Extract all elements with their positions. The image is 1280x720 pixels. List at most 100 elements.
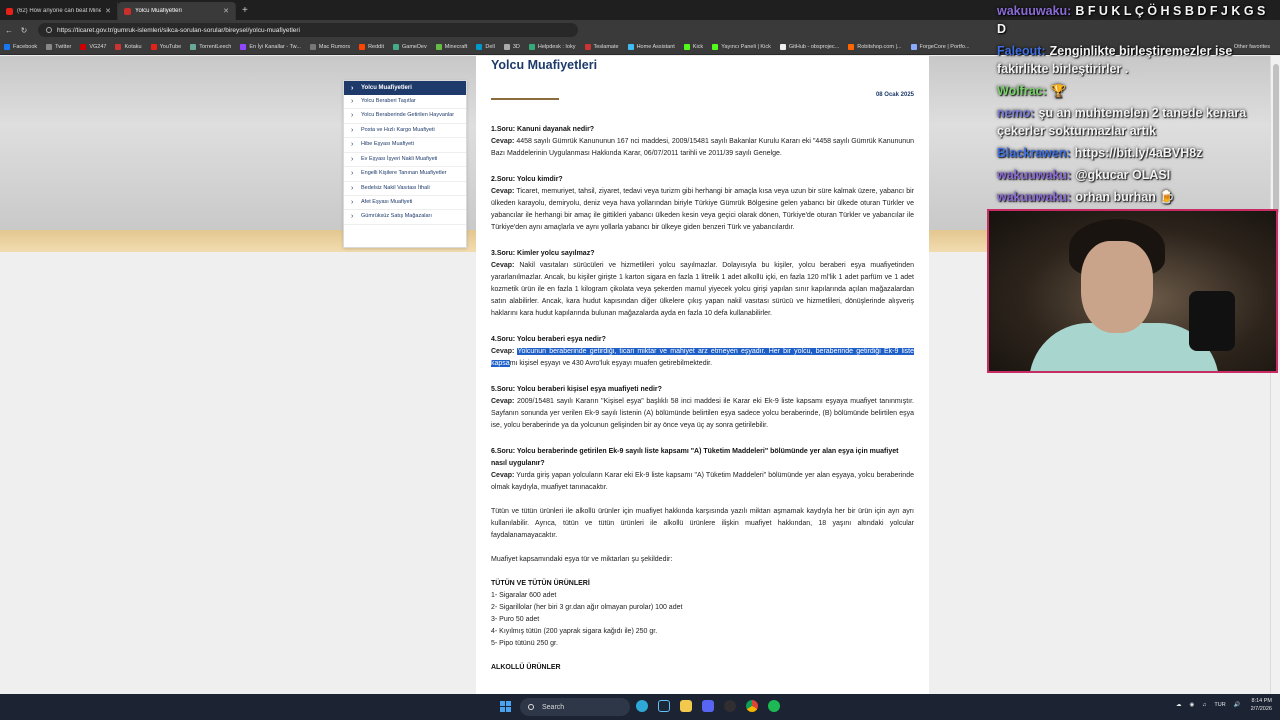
site-info-icon[interactable] (46, 27, 52, 33)
bookmark-item[interactable]: Helpdesk : Ioky (528, 44, 576, 50)
bookmark-favicon-icon (115, 44, 122, 50)
side-menu-active-item[interactable]: Yolcu Muafiyetleri (344, 81, 466, 95)
reload-icon[interactable]: ↻ (18, 26, 30, 35)
new-tab-icon[interactable]: + (242, 5, 248, 16)
bookmark-favicon-icon (359, 44, 366, 50)
bookmark-item[interactable]: En İyi Kanallar - Tw... (240, 44, 301, 50)
side-menu-item[interactable]: Hibe Eşyası Muafiyeti (344, 138, 466, 153)
answer: Cevap: 2009/15481 sayılı Kararın "Kişise… (491, 396, 914, 432)
bookmark-label: VG247 (89, 44, 107, 50)
bookmark-item[interactable]: Mac Rumors (309, 44, 351, 50)
bookmark-item[interactable]: Reddit (359, 44, 384, 50)
bookmark-item[interactable]: Yayıncı Paneli | Kick (712, 44, 771, 50)
bookmark-favicon-icon (683, 44, 690, 50)
mic-tray-icon[interactable]: ♫ (1202, 702, 1206, 708)
close-icon[interactable]: ✕ (105, 7, 111, 15)
bookmark-label: Mac Rumors (318, 44, 351, 50)
chat-username: wakuuwaku: (997, 190, 1072, 204)
webcam-overlay (987, 209, 1278, 373)
side-menu-item[interactable]: Yolcu Beraberinde Getirilen Hayvanlar (344, 109, 466, 124)
chat-message: Blackrawen: https://bit.ly/4aBVH8z (993, 142, 1280, 164)
bookmark-label: YouTube (159, 44, 182, 50)
cloud-icon[interactable]: ☁ (1176, 702, 1182, 708)
side-menu-item[interactable]: Gümrüksüz Satış Mağazaları (344, 210, 466, 225)
spotify-icon[interactable] (768, 700, 780, 712)
start-icon[interactable] (500, 701, 512, 713)
ticaret-favicon-icon (124, 7, 131, 15)
browser-tab-yolcu[interactable]: Yolcu Muafiyetleri ✕ (118, 2, 236, 20)
bookmark-item[interactable]: GitHub - obsprojec... (779, 44, 839, 50)
obs-icon[interactable] (724, 700, 736, 712)
list-heading: TÜTÜN VE TÜTÜN ÜRÜNLERİ (491, 580, 590, 587)
list-item: 3- Puro 50 adet (491, 616, 540, 623)
bookmark-favicon-icon (503, 44, 510, 50)
side-menu-item[interactable]: Afet Eşyası Muafiyeti (344, 196, 466, 211)
chat-message: wakuuwaku: B F U K L Ç Ö H S B D F J K G … (993, 0, 1280, 40)
bookmark-favicon-icon (309, 44, 316, 50)
answer-label: Cevap: (491, 472, 515, 479)
list-item: 1- Sigaralar 600 adet (491, 592, 557, 599)
bookmark-item[interactable]: Facebook (4, 44, 37, 50)
bookmark-item[interactable]: YouTube (150, 44, 182, 50)
qa-item: 5.Soru: Yolcu beraberi kişisel eşya muaf… (491, 384, 914, 432)
side-menu-item[interactable]: Bedelsiz Nakil Vasıtası İthali (344, 182, 466, 196)
side-menu-item[interactable]: Yolcu Beraberi Taşıtlar (344, 95, 466, 110)
bookmark-item[interactable]: VG247 (80, 44, 106, 50)
side-menu-item[interactable]: Engelli Kişilere Tanınan Muafiyetler (344, 167, 466, 182)
bookmark-label: 3D (512, 44, 520, 50)
side-menu-item[interactable]: Posta ve Hızlı Kargo Muafiyeti (344, 124, 466, 139)
bookmark-item[interactable]: Teslamate (584, 44, 619, 50)
clock[interactable]: 8:14 PM 2/7/2026 (1251, 697, 1272, 713)
chat-username: Blackrawen: (997, 146, 1071, 160)
url-text: https://ticaret.gov.tr/gumruk-islemleri/… (57, 26, 300, 34)
bookmark-item[interactable]: Kick (683, 44, 704, 50)
bookmark-item[interactable]: Robitshop.com |... (848, 44, 902, 50)
screen: (62) How anyone can beat Minecr... ✕ Yol… (0, 0, 1280, 720)
back-icon[interactable]: ← (3, 26, 15, 35)
question: 3.Soru: Kimler yolcu sayılmaz? (491, 250, 595, 257)
bookmark-item[interactable]: Home Assistant (627, 44, 675, 50)
bookmark-item[interactable]: ForgeCore | Portfo... (910, 44, 970, 50)
side-menu-item[interactable]: Ev Eşyası İşyeri Nakli Muafiyeti (344, 153, 466, 168)
answer-text: 2009/15481 sayılı Kararın "Kişisel eşya"… (491, 398, 914, 429)
list-item: 2- Sigarillolar (her biri 3 gr.dan ağır … (491, 604, 683, 611)
bookmark-item[interactable]: 3D (503, 44, 520, 50)
file-explorer-icon[interactable] (680, 700, 692, 712)
question: 6.Soru: Yolcu beraberinde getirilen Ek-9… (491, 448, 899, 467)
bookmark-item[interactable]: Twitter (46, 44, 71, 50)
url-field[interactable]: https://ticaret.gov.tr/gumruk-islemleri/… (38, 23, 578, 37)
bookmark-item[interactable]: TorrentLeech (190, 44, 231, 50)
chat-text: orhan burhan 🍺 (1075, 190, 1175, 204)
chat-message: nemo: şu an muhtemelen 2 tanede kenara çe… (993, 102, 1280, 142)
bookmark-item[interactable]: Dell (476, 44, 495, 50)
close-icon[interactable]: ✕ (223, 7, 229, 15)
bookmark-item[interactable]: GameDev (392, 44, 427, 50)
edge-icon[interactable] (636, 700, 648, 712)
bookmark-label: Helpdesk : Ioky (537, 44, 576, 50)
taskbar-search[interactable]: Search (520, 698, 630, 716)
qa-item: 4.Soru: Yolcu beraberi eşya nedir? Cevap:… (491, 334, 914, 370)
network-icon[interactable]: ◉ (1189, 702, 1194, 708)
language-indicator[interactable]: TUR (1214, 702, 1225, 708)
search-icon (528, 704, 534, 710)
steam-icon[interactable] (658, 700, 670, 712)
bookmark-item[interactable]: Kotaku (115, 44, 142, 50)
bookmark-favicon-icon (848, 44, 855, 50)
answer-label: Cevap: (491, 398, 515, 405)
bookmark-label: Kick (692, 44, 704, 50)
bookmark-label: GameDev (401, 44, 427, 50)
bookmark-favicon-icon (779, 44, 786, 50)
stream-chat-overlay: wakuuwaku: B F U K L Ç Ö H S B D F J K G … (993, 0, 1280, 204)
volume-icon[interactable]: 🔊 (1234, 702, 1241, 708)
qa-item: 2.Soru: Yolcu kimdir? Cevap: Ticaret, mem… (491, 174, 914, 234)
list-item: 5- Pipo tütünü 250 gr. (491, 640, 558, 647)
answer-label: Cevap: (491, 262, 515, 269)
bookmark-item[interactable]: Minecraft (435, 44, 467, 50)
discord-icon[interactable] (702, 700, 714, 712)
tab-label: Yolcu Muafiyetleri (135, 8, 182, 14)
chat-text: 🏆 (1050, 84, 1067, 98)
clock-time: 8:14 PM (1251, 698, 1272, 704)
qa-list: 1.Soru: Kanuni dayanak nedir? Cevap: 4458… (491, 124, 914, 494)
browser-tab-youtube[interactable]: (62) How anyone can beat Minecr... ✕ (0, 2, 118, 20)
chrome-icon[interactable] (746, 700, 758, 712)
